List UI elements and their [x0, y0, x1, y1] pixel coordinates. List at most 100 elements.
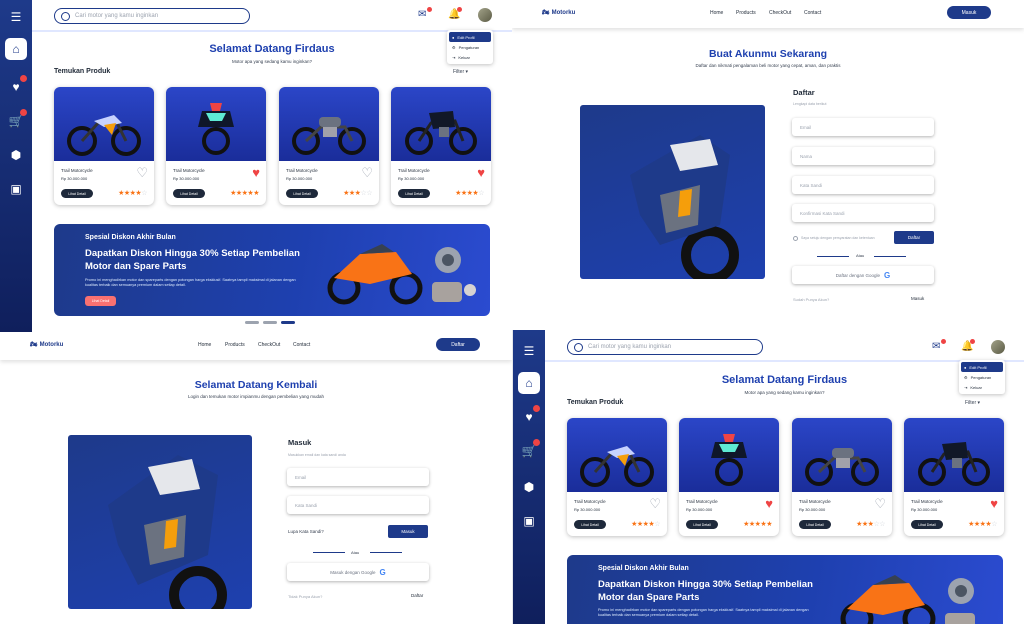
heart-icon[interactable]: ♥ — [7, 75, 27, 96]
heart-outline-icon[interactable]: ♡ — [361, 166, 373, 179]
detail-button[interactable]: Lihat Detail — [398, 189, 430, 198]
password-field[interactable]: Kata Sandi — [287, 496, 429, 514]
email-field[interactable]: Email — [792, 118, 934, 136]
calendar-icon[interactable]: ▣ — [7, 180, 25, 198]
detail-button[interactable]: Lihat Detail — [61, 189, 93, 198]
cart-icon[interactable]: 🛒 — [7, 109, 27, 130]
motorcycle-photo — [580, 105, 765, 279]
rating-stars: ★★★★☆ — [968, 521, 997, 528]
filter-dropdown[interactable]: Filter ▾ — [965, 400, 980, 406]
password-field[interactable]: Kata Sandi — [792, 176, 934, 194]
google-login-button[interactable]: Masuk dengan Google G — [287, 563, 429, 581]
home-icon[interactable]: ⌂ — [518, 372, 540, 394]
nav-products[interactable]: Products — [225, 342, 245, 348]
nav-checkout[interactable]: CheckOut — [769, 10, 791, 16]
heart-filled-icon[interactable]: ♥ — [252, 166, 260, 179]
rating-stars: ★★★★☆ — [631, 521, 660, 528]
detail-button[interactable]: Lihat Detail — [686, 520, 718, 529]
divider-left — [817, 256, 849, 257]
product-card[interactable]: Trail Motorcycle Rp 30.000.000 ♥ Lihat D… — [391, 87, 491, 205]
mail-icon[interactable]: ✉ — [418, 7, 432, 20]
forgot-password-link[interactable]: Lupa Kata Sandi? — [288, 529, 324, 534]
detail-button[interactable]: Lihat Detail — [799, 520, 831, 529]
heart-icon[interactable]: ♥ — [520, 405, 540, 426]
product-card[interactable]: Trail Motorcycle Rp 30.000.000 ♡ Lihat D… — [567, 418, 667, 536]
carousel-dot-active[interactable] — [281, 321, 295, 324]
heart-filled-icon[interactable]: ♥ — [990, 497, 998, 510]
register-button[interactable]: Daftar — [436, 338, 480, 351]
register-submit-button[interactable]: Daftar — [894, 231, 934, 244]
home-icon[interactable]: ⌂ — [5, 38, 27, 60]
nav-contact[interactable]: Contact — [293, 342, 310, 348]
confirm-password-field[interactable]: Konfirmasi Kata Sandi — [792, 204, 934, 222]
product-card[interactable]: Trail Motorcycle Rp 30.000.000 ♡ Lihat D… — [792, 418, 892, 536]
dropdown-edit-profile[interactable]: ● Edit Profil — [449, 32, 491, 42]
heart-filled-icon[interactable]: ♥ — [477, 166, 485, 179]
bell-icon[interactable]: 🔔 — [448, 7, 462, 20]
detail-button[interactable]: Lihat Detail — [574, 520, 606, 529]
product-card[interactable]: Trail Motorcycle Rp 30.000.000 ♥ Lihat D… — [166, 87, 266, 205]
search-icon — [61, 11, 70, 21]
navbar: 🏍 Motorku Home Products CheckOut Contact … — [0, 332, 512, 360]
detail-button[interactable]: Lihat Detail — [286, 189, 318, 198]
terms-checkbox[interactable]: Saya setuju dengan persyaratan dan keten… — [793, 236, 883, 241]
calendar-icon[interactable]: ▣ — [520, 512, 538, 530]
heart-outline-icon[interactable]: ♡ — [649, 497, 661, 510]
google-register-button[interactable]: Daftar dengan Google G — [792, 266, 934, 284]
page-title: Buat Akunmu Sekarang — [708, 48, 828, 60]
top-bar: Cari motor yang kamu inginkan ✉ 🔔 — [545, 330, 1024, 362]
brand-logo[interactable]: 🏍 Motorku — [542, 9, 575, 17]
sidebar: ☰ ⌂ ♥ 🛒 ⬢ ▣ — [513, 330, 545, 624]
nav-home[interactable]: Home — [710, 10, 723, 16]
login-submit-button[interactable]: Masuk — [388, 525, 428, 538]
nav-home[interactable]: Home — [198, 342, 211, 348]
carousel-dots[interactable] — [245, 321, 295, 324]
search-input[interactable]: Cari motor yang kamu inginkan — [54, 8, 250, 24]
mail-icon[interactable]: ✉ — [932, 339, 946, 352]
login-button[interactable]: Masuk — [947, 6, 991, 19]
product-name: Trail Motorcycle — [686, 499, 718, 504]
avatar[interactable] — [478, 8, 492, 22]
banner-button[interactable]: Lihat Detail — [85, 296, 116, 306]
carousel-dot[interactable] — [263, 321, 277, 324]
product-price: Rp 30.000.000 — [286, 176, 313, 181]
dropdown-edit-profile[interactable]: ● Edit Profil — [961, 362, 1003, 372]
carousel-dot[interactable] — [245, 321, 259, 324]
search-input[interactable]: Cari motor yang kamu inginkan — [567, 339, 763, 355]
product-card[interactable]: Trail Motorcycle Rp 30.000.000 ♥ Lihat D… — [679, 418, 779, 536]
heart-outline-icon[interactable]: ♡ — [874, 497, 886, 510]
bell-badge — [970, 339, 975, 344]
cart-icon[interactable]: 🛒 — [520, 439, 540, 460]
product-card[interactable]: Trail Motorcycle Rp 30.000.000 ♡ Lihat D… — [54, 87, 154, 205]
product-name: Trail Motorcycle — [286, 168, 318, 173]
cart-badge — [533, 439, 540, 446]
product-card[interactable]: Trail Motorcycle Rp 30.000.000 ♡ Lihat D… — [279, 87, 379, 205]
menu-icon[interactable]: ☰ — [520, 342, 538, 360]
brand-logo[interactable]: 🏍 Motorku — [30, 341, 63, 349]
detail-button[interactable]: Lihat Detail — [911, 520, 943, 529]
heart-filled-icon[interactable]: ♥ — [765, 497, 773, 510]
nav-products[interactable]: Products — [736, 10, 756, 16]
navbar: 🏍 Motorku Home Products CheckOut Contact … — [512, 0, 1024, 28]
product-price: Rp 30.000.000 — [686, 507, 713, 512]
name-field[interactable]: Nama — [792, 147, 934, 165]
nav-checkout[interactable]: CheckOut — [258, 342, 280, 348]
rating-stars: ★★★☆☆ — [856, 521, 885, 528]
promo-image — [840, 575, 975, 624]
box-icon[interactable]: ⬢ — [7, 146, 25, 164]
product-image — [904, 418, 1004, 492]
email-field[interactable]: Email — [287, 468, 429, 486]
nav-contact[interactable]: Contact — [804, 10, 821, 16]
page-subtitle: Motor apa yang sedang kamu inginkan? — [231, 59, 313, 64]
product-card[interactable]: Trail Motorcycle Rp 30.000.000 ♥ Lihat D… — [904, 418, 1004, 536]
filter-dropdown[interactable]: Filter ▾ — [453, 69, 468, 75]
avatar[interactable] — [991, 340, 1005, 354]
detail-button[interactable]: Lihat Detail — [173, 189, 205, 198]
menu-icon[interactable]: ☰ — [7, 8, 25, 26]
box-icon[interactable]: ⬢ — [520, 478, 538, 496]
bell-icon[interactable]: 🔔 — [961, 339, 975, 352]
register-link[interactable]: Daftar — [411, 593, 423, 598]
login-link[interactable]: Masuk — [911, 296, 924, 301]
heart-outline-icon[interactable]: ♡ — [136, 166, 148, 179]
or-text: Atau — [351, 550, 360, 555]
